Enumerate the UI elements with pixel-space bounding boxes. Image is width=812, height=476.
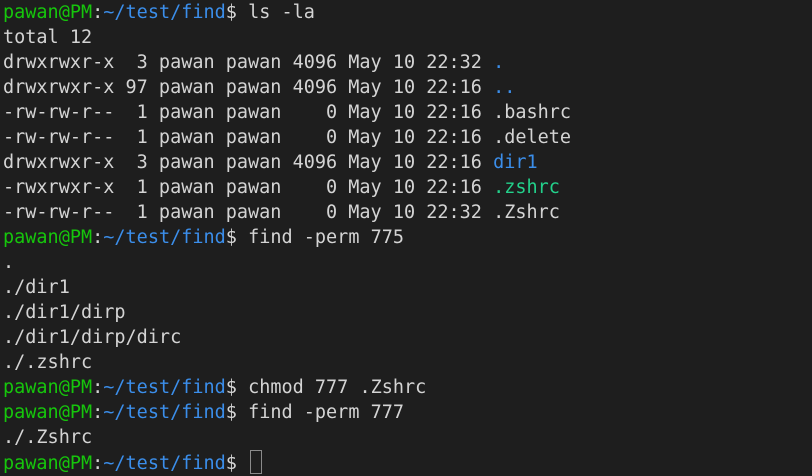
prompt-at: @ [58, 377, 70, 398]
ls-entry: -rwxrwxr-x 1 pawan pawan 0 May 10 22:16 … [3, 175, 812, 200]
prompt-host: PM [69, 227, 93, 248]
ls-entry-name: .zshrc [493, 177, 560, 198]
prompt-user: pawan [3, 2, 59, 23]
ls-entry-meta: drwxrwxr-x 3 pawan pawan 4096 May 10 22:… [3, 52, 494, 73]
ls-entry: -rw-rw-r-- 1 pawan pawan 0 May 10 22:32 … [3, 200, 812, 225]
ls-entry-name: .bashrc [493, 102, 572, 123]
terminal-window[interactable]: pawan@PM:~/test/find$ ls -la total 12 dr… [0, 0, 812, 474]
ls-entry-name: .Zshrc [493, 202, 560, 223]
prompt-at: @ [58, 227, 70, 248]
prompt-path: ~/test/find [103, 453, 226, 474]
prompt-path: ~/test/find [103, 402, 226, 423]
ls-entry: drwxrwxr-x 3 pawan pawan 4096 May 10 22:… [3, 50, 812, 75]
ls-entry-meta: -rwxrwxr-x 1 pawan pawan 0 May 10 22:16 [3, 177, 494, 198]
ls-entry-meta: -rw-rw-r-- 1 pawan pawan 0 May 10 22:32 [3, 202, 494, 223]
output-line: ./.Zshrc [3, 427, 93, 448]
prompt-colon: : [92, 377, 104, 398]
ls-entry-name: dir1 [493, 152, 538, 173]
command-text: find -perm 775 [248, 227, 405, 248]
output-line: ./dir1/dirp [3, 302, 126, 323]
output-line: ./dir1 [3, 277, 70, 298]
ls-entry: drwxrwxr-x 97 pawan pawan 4096 May 10 22… [3, 75, 812, 100]
prompt-colon: : [92, 2, 104, 23]
ls-entry-meta: drwxrwxr-x 3 pawan pawan 4096 May 10 22:… [3, 152, 494, 173]
prompt-user: pawan [3, 453, 59, 474]
prompt-user: pawan [3, 377, 59, 398]
prompt-dollar: $ [225, 377, 237, 398]
prompt-dollar: $ [225, 2, 237, 23]
output-line: ./dir1/dirp/dirc [3, 327, 182, 348]
prompt-user: pawan [3, 402, 59, 423]
prompt-at: @ [58, 2, 70, 23]
ls-entry-name: .. [493, 77, 516, 98]
prompt-path: ~/test/find [103, 227, 226, 248]
command-text: ls -la [248, 2, 315, 23]
ls-entry-meta: -rw-rw-r-- 1 pawan pawan 0 May 10 22:16 [3, 102, 494, 123]
text-cursor[interactable] [250, 450, 263, 474]
prompt-colon: : [92, 453, 104, 474]
ls-total-line: total 12 [3, 27, 93, 48]
prompt-user: pawan [3, 227, 59, 248]
prompt-host: PM [69, 2, 93, 23]
ls-entry-name: .delete [493, 127, 572, 148]
output-line: . [3, 252, 15, 273]
ls-entry: -rw-rw-r-- 1 pawan pawan 0 May 10 22:16 … [3, 100, 812, 125]
prompt-line: pawan@PM:~/test/find$ ls -la [3, 0, 812, 25]
output-line: ./.zshrc [3, 352, 93, 373]
ls-entry: drwxrwxr-x 3 pawan pawan 4096 May 10 22:… [3, 150, 812, 175]
ls-entry-name: . [493, 52, 505, 73]
prompt-dollar: $ [225, 227, 237, 248]
prompt-line[interactable]: pawan@PM:~/test/find$ [3, 450, 812, 475]
ls-entry: -rw-rw-r-- 1 pawan pawan 0 May 10 22:16 … [3, 125, 812, 150]
prompt-path: ~/test/find [103, 377, 226, 398]
prompt-at: @ [58, 453, 70, 474]
ls-entry-meta: -rw-rw-r-- 1 pawan pawan 0 May 10 22:16 [3, 127, 494, 148]
prompt-host: PM [69, 402, 93, 423]
prompt-host: PM [69, 453, 93, 474]
command-text: chmod 777 .Zshrc [248, 377, 427, 398]
prompt-line: pawan@PM:~/test/find$ find -perm 777 [3, 400, 812, 425]
prompt-host: PM [69, 377, 93, 398]
prompt-line: pawan@PM:~/test/find$ find -perm 775 [3, 225, 812, 250]
prompt-line: pawan@PM:~/test/find$ chmod 777 .Zshrc [3, 375, 812, 400]
prompt-dollar: $ [225, 453, 237, 474]
command-text: find -perm 777 [248, 402, 405, 423]
prompt-path: ~/test/find [103, 2, 226, 23]
prompt-at: @ [58, 402, 70, 423]
ls-entry-meta: drwxrwxr-x 97 pawan pawan 4096 May 10 22… [3, 77, 494, 98]
prompt-dollar: $ [225, 402, 237, 423]
prompt-colon: : [92, 402, 104, 423]
prompt-colon: : [92, 227, 104, 248]
